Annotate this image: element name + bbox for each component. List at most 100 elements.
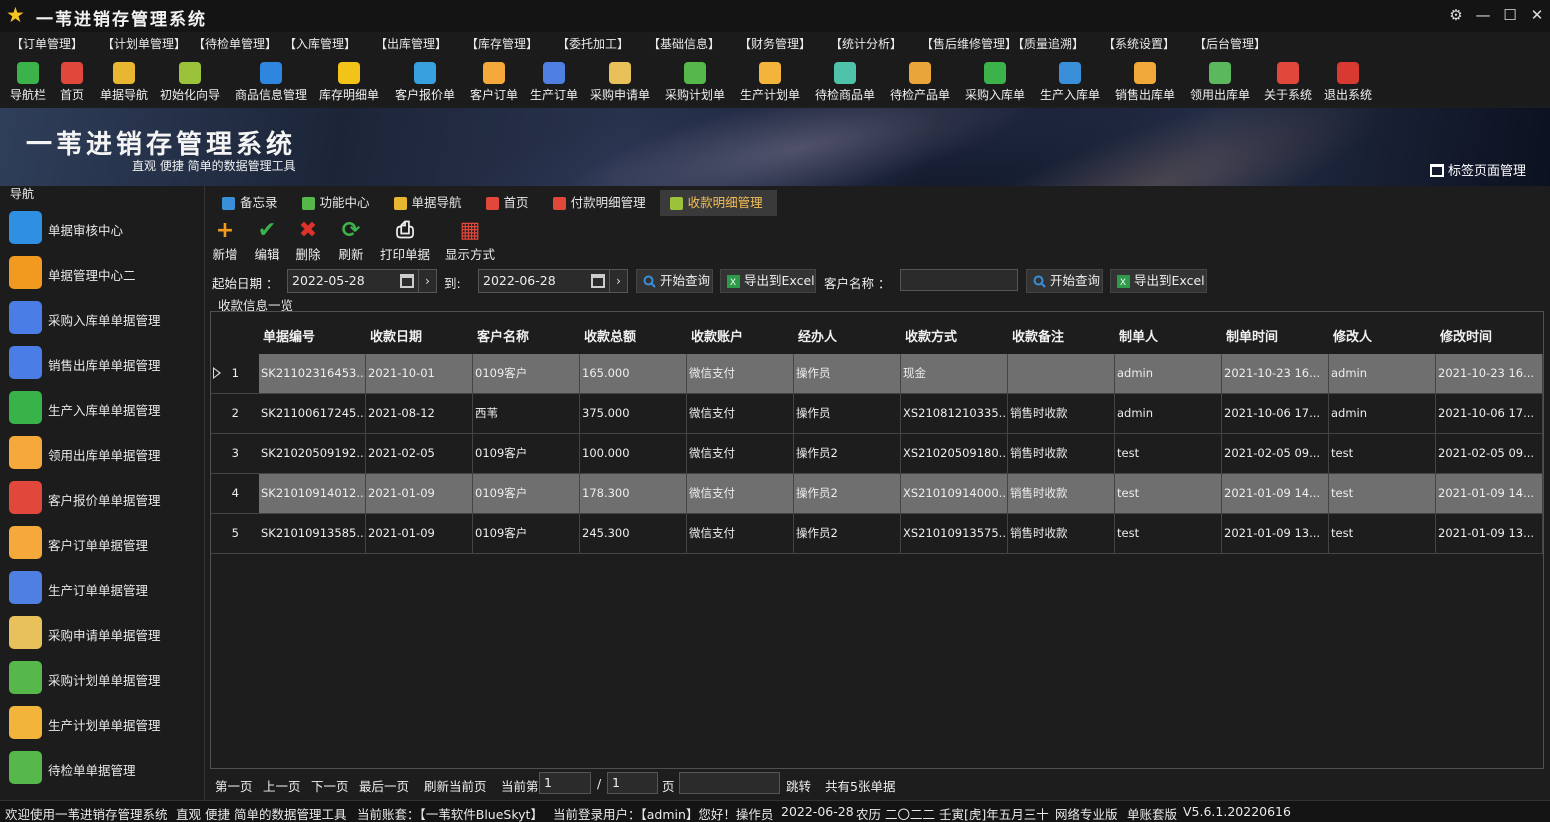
table-cell[interactable]: 2021-01-09 13...	[1222, 514, 1329, 553]
table-cell[interactable]: 微信支付	[687, 394, 794, 433]
table-cell[interactable]: 2021-02-05	[366, 434, 473, 473]
menu-item[interactable]: 【出库管理】	[364, 33, 455, 55]
gear-icon[interactable]: ⚙	[1443, 0, 1469, 30]
table-cell[interactable]: SK21102316453...	[259, 354, 366, 393]
toolbar-button[interactable]: 商品信息管理	[229, 56, 313, 106]
toolbar-button[interactable]: 采购申请单	[585, 56, 656, 106]
table-cell[interactable]: 375.000	[580, 394, 687, 433]
table-cell[interactable]: admin	[1329, 354, 1436, 393]
grid-column-header[interactable]: 收款方式	[905, 326, 957, 345]
table-cell[interactable]: test	[1329, 474, 1436, 513]
menu-item[interactable]: 【质量追溯】	[1001, 33, 1092, 55]
table-cell[interactable]: 销售时收款	[1008, 514, 1115, 553]
jump-button[interactable]: 跳转	[786, 776, 811, 795]
nav-item[interactable]: 采购计划单单据管理	[0, 655, 205, 700]
table-cell[interactable]: 操作员	[794, 394, 901, 433]
table-cell[interactable]: 微信支付	[687, 474, 794, 513]
table-cell[interactable]: 销售时收款	[1008, 434, 1115, 473]
table-cell[interactable]: 2021-10-06 17...	[1222, 394, 1329, 433]
last-page-button[interactable]: 最后一页	[359, 776, 409, 795]
table-cell[interactable]: 2021-01-09 14...	[1436, 474, 1543, 513]
calendar-icon[interactable]	[400, 274, 414, 288]
chevron-right-icon[interactable]: ›	[418, 270, 436, 292]
nav-item[interactable]: 客户报价单单据管理	[0, 475, 205, 520]
table-row[interactable]: 4 SK21010914012... 2021-01-09 0109客户 178.300…	[211, 474, 1543, 514]
prev-page-button[interactable]: 上一页	[263, 776, 301, 795]
table-cell[interactable]: 现金	[901, 354, 1008, 393]
menu-item[interactable]: 【计划单管理】	[91, 33, 186, 55]
export-excel-button-2[interactable]: X 导出到Excel	[1110, 269, 1207, 293]
next-page-button[interactable]: 下一页	[311, 776, 349, 795]
table-row[interactable]: 5 SK21010913585... 2021-01-09 0109客户 245.300…	[211, 514, 1543, 554]
table-cell[interactable]: SK21010914012...	[259, 474, 366, 513]
jump-page-input[interactable]	[679, 772, 780, 794]
tab[interactable]: 首页	[476, 190, 543, 216]
toolbar-button[interactable]: 采购入库单	[960, 56, 1031, 106]
table-cell[interactable]: SK21100617245...	[259, 394, 366, 433]
toolbar-button[interactable]: 待检商品单	[810, 56, 881, 106]
receipt-grid[interactable]: 单据编号 收款日期 客户名称 收款总额 收款账户 经办人 收款方式 收款备注 制单人 制单时间 修改…	[210, 311, 1544, 769]
table-cell[interactable]: 西苇	[473, 394, 580, 433]
table-cell[interactable]: 2021-10-23 16...	[1436, 354, 1543, 393]
table-cell[interactable]: 销售时收款	[1008, 394, 1115, 433]
table-cell[interactable]: 操作员2	[794, 514, 901, 553]
customer-name-input[interactable]	[900, 269, 1018, 291]
table-cell[interactable]: 2021-01-09	[366, 474, 473, 513]
action-button[interactable]: ⎙ 打印单据	[377, 218, 433, 262]
grid-column-header[interactable]: 修改时间	[1440, 326, 1492, 345]
table-cell[interactable]	[1008, 354, 1115, 393]
table-cell[interactable]: XS21010913575...	[901, 514, 1008, 553]
tab[interactable]: 收款明细管理	[659, 190, 777, 216]
grid-column-header[interactable]: 修改人	[1333, 326, 1372, 345]
grid-column-header[interactable]: 制单时间	[1226, 326, 1278, 345]
table-cell[interactable]: 2021-10-23 16...	[1222, 354, 1329, 393]
table-cell[interactable]: admin	[1329, 394, 1436, 433]
query-button-2[interactable]: 开始查询	[1026, 269, 1103, 293]
table-row[interactable]: 2 SK21100617245... 2021-08-12 西苇 375.000 微信支付…	[211, 394, 1543, 434]
toolbar-button[interactable]: 客户报价单	[390, 56, 461, 106]
query-button[interactable]: 开始查询	[636, 269, 713, 293]
nav-item[interactable]: 采购入库单单据管理	[0, 295, 205, 340]
nav-item[interactable]: 领用出库单单据管理	[0, 430, 205, 475]
menu-item[interactable]: 【售后维修管理】	[910, 33, 1017, 55]
tab[interactable]: 单据导航	[384, 190, 476, 216]
table-cell[interactable]: SK21020509192...	[259, 434, 366, 473]
table-cell[interactable]: 100.000	[580, 434, 687, 473]
table-cell[interactable]: 销售时收款	[1008, 474, 1115, 513]
table-cell[interactable]: 0109客户	[473, 434, 580, 473]
table-cell[interactable]: 0109客户	[473, 474, 580, 513]
menu-item[interactable]: 【基础信息】	[637, 33, 728, 55]
table-cell[interactable]: 微信支付	[687, 434, 794, 473]
table-cell[interactable]: XS21020509180...	[901, 434, 1008, 473]
nav-item[interactable]: 销售出库单单据管理	[0, 340, 205, 385]
nav-item[interactable]: 单据审核中心	[0, 205, 205, 250]
table-cell[interactable]: 165.000	[580, 354, 687, 393]
maximize-icon[interactable]: ☐	[1497, 0, 1523, 30]
menu-item[interactable]: 【订单管理】	[0, 33, 91, 55]
nav-item[interactable]: 客户订单单据管理	[0, 520, 205, 565]
action-button[interactable]: ▦ 显示方式	[442, 218, 498, 262]
current-page-input[interactable]: 1	[539, 772, 591, 794]
nav-item[interactable]: 采购申请单单据管理	[0, 610, 205, 655]
toolbar-button[interactable]: 关于系统	[1259, 56, 1317, 106]
table-cell[interactable]: 微信支付	[687, 354, 794, 393]
table-cell[interactable]: test	[1329, 434, 1436, 473]
start-date-picker[interactable]: 2022-05-28 ›	[287, 269, 437, 293]
toolbar-button[interactable]: 导航栏	[6, 56, 51, 106]
toolbar-button[interactable]: 单据导航	[95, 56, 153, 106]
toolbar-button[interactable]: 销售出库单	[1110, 56, 1181, 106]
action-button[interactable]: + 新增	[207, 218, 243, 262]
table-cell[interactable]: 2021-10-06 17...	[1436, 394, 1543, 433]
table-cell[interactable]: test	[1115, 434, 1222, 473]
table-cell[interactable]: XS21081210335...	[901, 394, 1008, 433]
grid-column-header[interactable]: 客户名称	[477, 326, 529, 345]
toolbar-button[interactable]: 生产计划单	[735, 56, 806, 106]
minimize-icon[interactable]: —	[1470, 0, 1496, 30]
table-cell[interactable]: test	[1329, 514, 1436, 553]
table-row[interactable]: 1 SK21102316453... 2021-10-01 0109客户 165.000…	[211, 354, 1543, 394]
nav-item[interactable]: 生产入库单单据管理	[0, 385, 205, 430]
menu-item[interactable]: 【库存管理】	[455, 33, 546, 55]
chevron-right-icon[interactable]: ›	[609, 270, 627, 292]
table-cell[interactable]: 2021-01-09	[366, 514, 473, 553]
toolbar-button[interactable]: 领用出库单	[1185, 56, 1256, 106]
